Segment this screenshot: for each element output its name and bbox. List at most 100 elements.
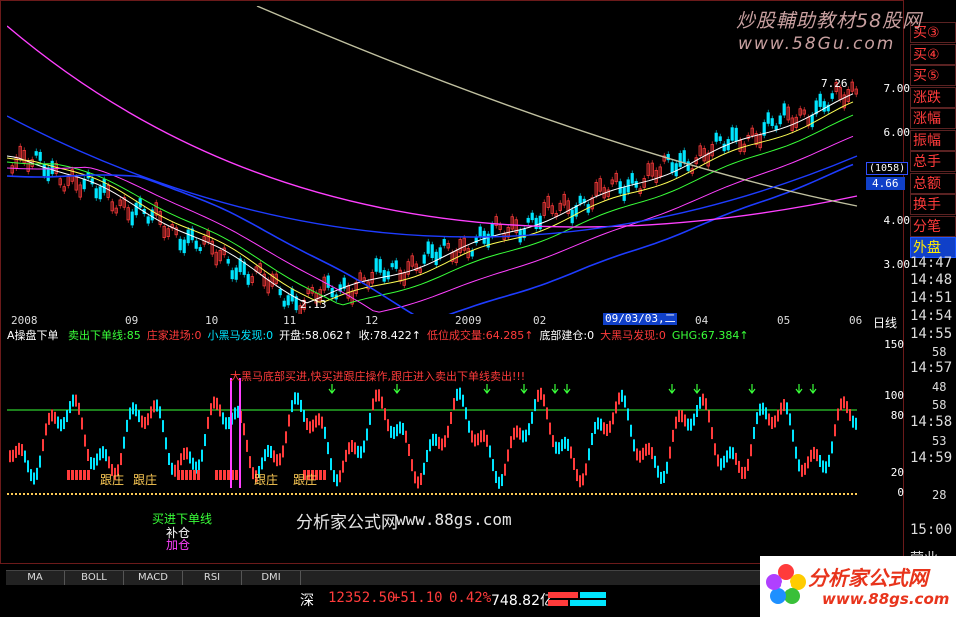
indicator-bar [831,441,833,454]
indicator-bar [561,439,563,452]
time-item: 58 [932,345,947,359]
indicator-bar [435,433,437,446]
time-item: 14:59 [910,450,953,466]
indicator-bar [123,436,125,449]
indicator-bar [606,424,608,437]
indicator-bar [27,460,29,473]
indicator-bar [108,456,110,469]
indicator-bar [390,425,392,438]
indicator-bar [828,454,830,467]
indicator-bar [654,455,656,468]
date-tick: 12 [365,314,379,327]
indicator-bar [822,460,824,473]
indicator-bar [636,448,638,461]
date-tick: 09 [125,314,139,327]
indicator-bar [78,402,80,415]
indicator-bar [552,435,554,448]
indicator-bar [513,427,515,440]
indicator-bar [618,392,620,405]
indicator-bar [159,406,161,419]
follow-signal-block [177,470,180,480]
tab-rsi[interactable]: RSI [183,571,242,585]
indicator-bar [42,439,44,452]
indicator-bar [747,458,749,471]
indicator-bar [45,423,47,436]
tab-boll[interactable]: BOLL [65,571,124,585]
price-chart[interactable] [7,6,865,314]
indicator-bar [462,394,464,407]
indicator-bar [732,447,734,460]
follow-signal-block [193,470,196,480]
indicator-bar [558,442,560,455]
indicator-bar [783,399,785,412]
indicator-bar [483,429,485,442]
signal-follow-2: 跟庄 [133,473,158,487]
indicator-bar [363,440,365,453]
indicator-bar [222,412,224,425]
ma-line-0 [7,93,854,304]
follow-signal-block [197,470,200,480]
indicator-bar [453,398,455,411]
indicator-bar [171,462,173,475]
indicator-bar [93,457,95,470]
indicator-bar [378,389,380,402]
indicator-bar [282,445,284,458]
indicator-bar [765,407,767,420]
indicator-bar [669,446,671,459]
indicator-bar [549,422,551,435]
indicator-bar [603,422,605,435]
sell-arrow-icon [795,384,803,394]
indicator-bar [576,469,578,482]
indicator-bar [48,412,50,425]
tab-macd[interactable]: MACD [124,571,183,585]
ind-axis-100: 100 [884,389,904,402]
volume-ratio-bar [548,592,606,606]
indicator-bar [504,463,506,476]
indicator-bar [573,457,575,470]
indicator-bar [225,417,227,430]
indicator-bar [666,461,668,474]
indicator-bar [264,449,266,462]
status-market: 深 [300,593,314,609]
indicator-bar [819,454,821,467]
ind-axis-0: 0 [897,486,904,499]
date-cursor-label: 09/03/03,二 [603,312,677,325]
indicator-bar [786,402,788,415]
indicator-bar [684,414,686,427]
indicator-bar [183,447,185,460]
status-index-change: +51.10 [392,590,443,606]
indicator-bar [780,402,782,415]
indicator-bar [534,399,536,412]
tab-dmi[interactable]: DMI [242,571,301,585]
time-item: 14:57 [910,360,953,376]
indicator-bar [633,439,635,452]
tab-ma[interactable]: MA [6,571,65,585]
indicator-bar [132,402,134,415]
indicator-bar [720,458,722,471]
indicator-bar [384,408,386,421]
time-item: 53 [932,434,947,448]
indicator-bar [87,449,89,462]
indicator-bar [507,449,509,462]
indicator-bar [327,442,329,455]
indicator-bar [402,422,404,435]
indicator-bar [456,388,458,401]
indicator-bar [120,453,122,466]
follow-signal-block [189,470,192,480]
follow-signal-block [71,470,74,480]
status-index-value: 12352.50 [328,590,396,606]
period-label[interactable]: 日线 [873,314,897,331]
sell-arrow-icon [328,384,336,394]
signal-add-position-2: 加仓 [166,538,191,552]
indicator-bar [693,413,695,426]
indicator-bar [237,405,239,418]
indicator-bar [699,396,701,409]
date-tick: 10 [205,314,219,327]
indicator-bar [54,411,56,424]
indicator-bar [279,453,281,466]
indicator-bar [447,425,449,438]
date-tick: 04 [695,314,709,327]
flower-logo-icon [766,564,806,604]
indicator-bar [369,412,371,425]
indicator-bar [582,473,584,486]
